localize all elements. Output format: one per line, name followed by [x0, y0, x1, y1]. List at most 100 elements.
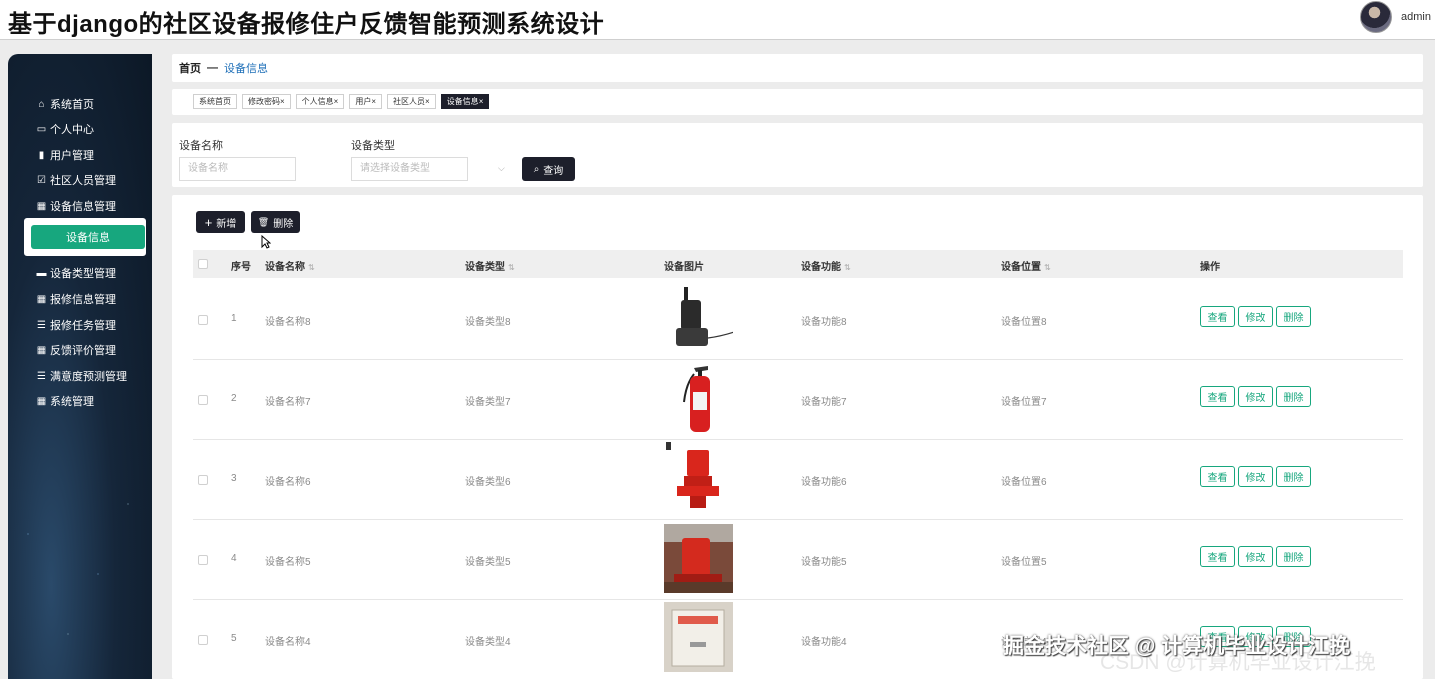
delete-button[interactable]: 删除: [1276, 546, 1311, 567]
device-name-input[interactable]: 设备名称: [179, 157, 296, 181]
home-icon: ⌂: [38, 98, 45, 110]
tab-4[interactable]: 社区人员×: [387, 94, 436, 109]
sidebar-item-0[interactable]: ⌂ 系统首页: [36, 94, 94, 114]
batch-delete-button[interactable]: 🗑 删除: [251, 211, 300, 233]
device-type-select[interactable]: 请选择设备类型: [351, 157, 468, 181]
row-checkbox[interactable]: [198, 315, 208, 325]
grid-icon: ▦: [36, 344, 47, 356]
cell-name: 设备名称5: [265, 557, 311, 568]
grid-icon: ▦: [36, 200, 47, 212]
view-button[interactable]: 查看: [1200, 546, 1235, 567]
clipboard-icon: ▮: [38, 149, 45, 161]
col-func[interactable]: 设备功能 ⇅: [801, 258, 851, 273]
sidebar-item-6[interactable]: ▦ 报修信息管理: [36, 289, 116, 309]
tab-5[interactable]: 设备信息×: [440, 94, 490, 109]
cell-name: 设备名称6: [265, 477, 311, 488]
close-icon[interactable]: ×: [334, 97, 339, 106]
cell-no: 4: [231, 553, 237, 564]
cell-type: 设备类型5: [465, 557, 511, 568]
edit-button[interactable]: 修改: [1238, 306, 1273, 327]
sidebar-item-2[interactable]: ▮ 用户管理: [36, 145, 94, 165]
grid-icon: ▦: [36, 293, 47, 305]
tab-label: 社区人员: [393, 97, 426, 106]
tab-0[interactable]: 系统首页: [193, 94, 237, 109]
tab-bar: 系统首页 修改密码× 个人信息× 用户× 社区人员× 设备信息×: [172, 89, 1423, 115]
cell-name: 设备名称4: [265, 637, 311, 648]
device-image-pump-room[interactable]: [664, 522, 733, 597]
device-type-label: 设备类型: [351, 140, 395, 152]
edit-button[interactable]: 修改: [1238, 386, 1273, 407]
sort-icon[interactable]: ⇅: [1044, 263, 1051, 272]
add-button-label: 新增: [216, 218, 237, 230]
id-card-icon: ▭: [36, 123, 47, 135]
delete-button[interactable]: 删除: [1276, 386, 1311, 407]
tab-1[interactable]: 修改密码×: [242, 94, 291, 109]
sidebar-item-label: 满意度预测管理: [50, 371, 127, 383]
device-image-walkie-talkie[interactable]: [664, 282, 735, 357]
sidebar-item-3[interactable]: ☑ 社区人员管理: [36, 170, 116, 190]
sort-icon[interactable]: ⇅: [308, 263, 315, 272]
batch-delete-button-label: 删除: [273, 218, 294, 230]
sidebar-item-1[interactable]: ▭ 个人中心: [36, 119, 94, 139]
device-image-fire-box[interactable]: [664, 602, 733, 677]
delete-button[interactable]: 删除: [1276, 466, 1311, 487]
edit-button[interactable]: 修改: [1238, 546, 1273, 567]
col-type[interactable]: 设备类型 ⇅: [465, 258, 515, 273]
cell-name: 设备名称8: [265, 317, 311, 328]
sort-icon[interactable]: ⇅: [844, 263, 851, 272]
avatar[interactable]: [1360, 1, 1392, 33]
col-type-label: 设备类型: [465, 262, 505, 273]
view-button[interactable]: 查看: [1200, 466, 1235, 487]
cell-no: 5: [231, 633, 237, 644]
cell-loc: 设备位置8: [1001, 317, 1047, 328]
chevron-down-icon[interactable]: ⌵: [498, 163, 505, 174]
cell-func: 设备功能5: [801, 557, 847, 568]
sidebar-item-4[interactable]: ▦ 设备信息管理: [36, 196, 116, 216]
cell-no: 1: [231, 313, 237, 324]
device-image-fire-pump[interactable]: [664, 442, 733, 517]
row-checkbox[interactable]: [198, 635, 208, 645]
mouse-cursor-icon: [261, 235, 271, 249]
sort-icon[interactable]: ⇅: [508, 263, 515, 272]
tab-label: 个人信息: [301, 97, 334, 106]
sidebar-item-8[interactable]: ▦ 反馈评价管理: [36, 340, 116, 360]
edit-button[interactable]: 修改: [1238, 466, 1273, 487]
close-icon[interactable]: ×: [371, 97, 376, 106]
col-loc-label: 设备位置: [1001, 262, 1041, 273]
breadcrumb-home[interactable]: 首页: [179, 60, 201, 76]
sidebar-item-7[interactable]: ☰ 报修任务管理: [36, 315, 116, 335]
query-button[interactable]: ⌕ 查询: [522, 157, 575, 181]
sidebar-item-label: 设备类型管理: [50, 268, 116, 280]
close-icon[interactable]: ×: [280, 97, 285, 106]
list-icon: ☰: [37, 319, 46, 331]
username[interactable]: admin: [1401, 11, 1431, 23]
select-all-checkbox[interactable]: [198, 259, 208, 269]
tab-3[interactable]: 用户×: [349, 94, 383, 109]
table-row: 2 设备名称7 设备类型7 设备功能7 设备位置7 查看 修改 删除: [193, 360, 1403, 440]
add-button[interactable]: + 新增: [196, 211, 245, 233]
view-button[interactable]: 查看: [1200, 306, 1235, 327]
sidebar-item-label: 报修任务管理: [50, 320, 116, 332]
col-func-label: 设备功能: [801, 262, 841, 273]
close-icon[interactable]: ×: [479, 97, 484, 106]
query-button-label: 查询: [543, 165, 564, 177]
sidebar-item-device-info[interactable]: 设备信息: [31, 225, 145, 249]
device-image-fire-extinguisher[interactable]: [664, 362, 733, 437]
row-checkbox[interactable]: [198, 395, 208, 405]
cell-loc: 设备位置5: [1001, 557, 1047, 568]
sidebar-item-9[interactable]: ☰ 满意度预测管理: [36, 366, 127, 386]
view-button[interactable]: 查看: [1200, 386, 1235, 407]
tab-2[interactable]: 个人信息×: [295, 94, 345, 109]
col-loc[interactable]: 设备位置 ⇅: [1001, 258, 1051, 273]
sliders-icon: ☰: [37, 370, 46, 382]
col-name[interactable]: 设备名称 ⇅: [265, 258, 315, 273]
breadcrumb: 首页 — 设备信息: [172, 54, 1423, 82]
cell-name: 设备名称7: [265, 397, 311, 408]
row-checkbox[interactable]: [198, 475, 208, 485]
close-icon[interactable]: ×: [425, 97, 430, 106]
delete-button[interactable]: 删除: [1276, 306, 1311, 327]
sidebar-item-5[interactable]: ▬ 设备类型管理: [36, 263, 117, 283]
sidebar-item-10[interactable]: ▦ 系统管理: [36, 391, 94, 411]
row-checkbox[interactable]: [198, 555, 208, 565]
cell-type: 设备类型6: [465, 477, 511, 488]
